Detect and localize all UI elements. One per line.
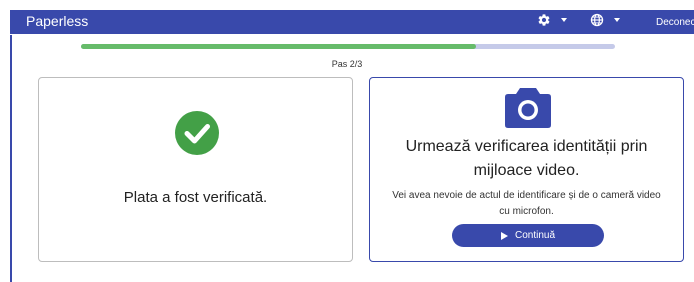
chevron-down-icon xyxy=(561,18,567,22)
video-verification-card: Urmează verificarea identității prin mij… xyxy=(369,77,684,262)
gear-icon xyxy=(538,14,550,26)
check-circle-icon xyxy=(175,111,219,155)
payment-verified-card: Plata a fost verificată. xyxy=(38,77,353,262)
language-menu[interactable] xyxy=(590,13,620,27)
video-verification-subtitle: Vei avea nevoie de actul de identificare… xyxy=(392,190,661,217)
step-indicator: Pas 2/3 xyxy=(331,59,363,69)
video-verification-title: Urmează verificarea identității prin mij… xyxy=(405,138,648,179)
camera-icon xyxy=(505,88,551,128)
play-icon xyxy=(500,231,508,240)
payment-verified-text: Plata a fost verificată. xyxy=(123,189,268,206)
settings-menu[interactable] xyxy=(537,13,567,27)
chevron-down-icon xyxy=(614,18,620,22)
app-brand: Paperless xyxy=(26,13,89,29)
progress-bar-fill xyxy=(81,44,477,49)
progress-bar xyxy=(81,44,615,49)
continue-button[interactable]: Continuă xyxy=(452,224,604,247)
top-app-bar: Paperless Deconectare xyxy=(10,10,694,35)
globe-icon xyxy=(590,13,604,27)
left-border xyxy=(10,35,12,282)
logout-link[interactable]: Deconectare xyxy=(656,17,694,28)
continue-button-label: Continuă xyxy=(514,230,556,241)
